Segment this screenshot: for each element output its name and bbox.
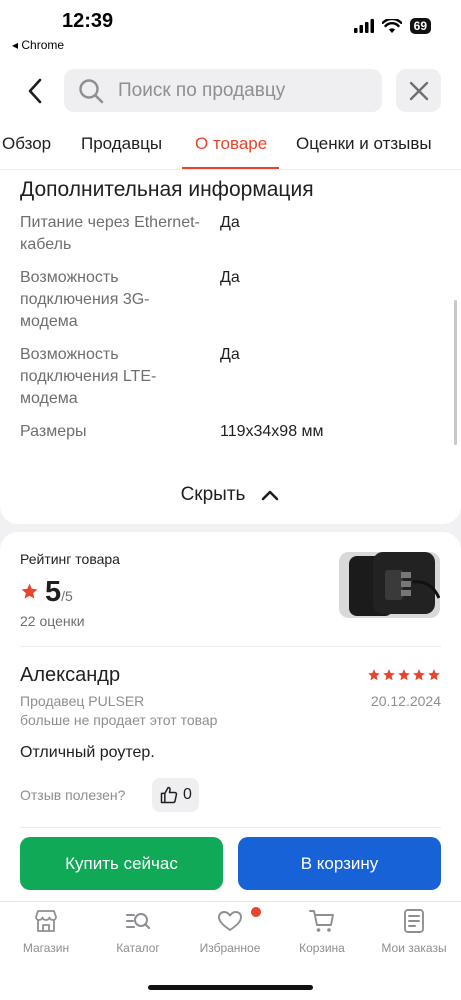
close-icon	[409, 81, 428, 100]
review-photo[interactable]	[339, 552, 440, 618]
spec-label: Возможность подключения 3G-модема	[20, 269, 150, 330]
hide-button[interactable]: Скрыть	[150, 480, 310, 510]
spec-value: Да	[220, 346, 240, 363]
additional-info-title: Дополнительная информация	[20, 178, 314, 201]
nav-label: Мои заказы	[381, 941, 447, 955]
tab-bar: Обзор Продавцы О товаре Оценки и отзывы	[0, 130, 461, 170]
reviewer-name: Александр	[20, 664, 121, 686]
divider	[20, 646, 441, 647]
helpful-label: Отзыв полезен?	[20, 787, 126, 803]
rating-max: /5	[61, 588, 73, 604]
rating-value: 5	[45, 576, 62, 608]
nav-cart[interactable]: Корзина	[276, 907, 368, 955]
signal-icon	[353, 19, 374, 33]
spec-value: Да	[220, 269, 240, 286]
wifi-icon	[381, 18, 402, 33]
nav-label: Каталог	[116, 941, 160, 955]
chevron-up-icon	[262, 490, 279, 501]
search-bar[interactable]	[64, 69, 382, 112]
spec-value: 119x34x98 мм	[220, 423, 324, 440]
like-button[interactable]: 0	[152, 778, 199, 812]
like-count: 0	[183, 786, 192, 803]
chevron-left-icon	[28, 78, 42, 104]
buy-now-button[interactable]: Купить сейчас	[20, 837, 223, 890]
tab-about-product[interactable]: О товаре	[195, 134, 267, 154]
seller-note: больше не продает этот товар	[20, 712, 218, 728]
back-to-app-link[interactable]: ◂ Chrome	[12, 38, 64, 52]
notification-dot	[251, 907, 261, 917]
nav-orders[interactable]: Мои заказы	[368, 907, 460, 955]
cart-icon	[309, 910, 334, 932]
nav-label: Корзина	[299, 941, 345, 955]
orders-icon	[404, 909, 424, 933]
star-icon	[383, 669, 395, 681]
divider	[20, 827, 441, 828]
nav-label: Избранное	[199, 941, 261, 955]
status-icons: 69	[353, 18, 431, 34]
router-photo-icon	[339, 552, 440, 618]
nav-catalog[interactable]: Каталог	[92, 907, 184, 955]
spec-label: Размеры	[20, 423, 87, 440]
rating-summary: 5 /5	[20, 576, 73, 609]
nav-label: Магазин	[22, 941, 70, 955]
star-icon	[428, 669, 440, 681]
rating-count: 22 оценки	[20, 613, 85, 629]
nav-store[interactable]: Магазин	[0, 907, 92, 955]
star-icon	[413, 669, 425, 681]
back-button[interactable]	[18, 72, 52, 110]
star-icon	[398, 669, 410, 681]
tab-sellers[interactable]: Продавцы	[81, 134, 162, 154]
search-icon	[79, 78, 104, 103]
thumbs-up-icon	[160, 786, 178, 804]
tab-reviews[interactable]: Оценки и отзывы	[296, 134, 432, 154]
review-date: 20.12.2024	[370, 693, 441, 709]
catalog-search-icon	[126, 913, 151, 930]
add-to-cart-button[interactable]: В корзину	[238, 837, 441, 890]
home-indicator	[148, 985, 313, 990]
review-text: Отличный роутер.	[20, 744, 155, 761]
search-input[interactable]	[116, 78, 360, 103]
tab-divider	[0, 169, 461, 170]
nav-favorites[interactable]: Избранное	[184, 907, 276, 955]
store-icon	[35, 910, 57, 932]
status-time: 12:39	[62, 10, 114, 32]
hide-label: Скрыть	[180, 484, 246, 505]
review-seller: Продавец PULSER	[20, 693, 145, 709]
spec-label: Возможность подключения LTE-модема	[20, 346, 157, 407]
spec-value: Да	[220, 214, 240, 231]
heart-icon	[218, 911, 242, 931]
review-stars	[367, 668, 441, 682]
spec-label: Питание через Ethernet-кабель	[20, 214, 200, 253]
tab-overview[interactable]: Обзор	[2, 134, 51, 154]
star-icon	[21, 583, 38, 599]
star-icon	[368, 669, 380, 681]
close-button[interactable]	[396, 69, 441, 112]
scrollbar[interactable]	[454, 300, 457, 445]
rating-title: Рейтинг товара	[20, 551, 120, 567]
battery-icon: 69	[409, 18, 431, 34]
